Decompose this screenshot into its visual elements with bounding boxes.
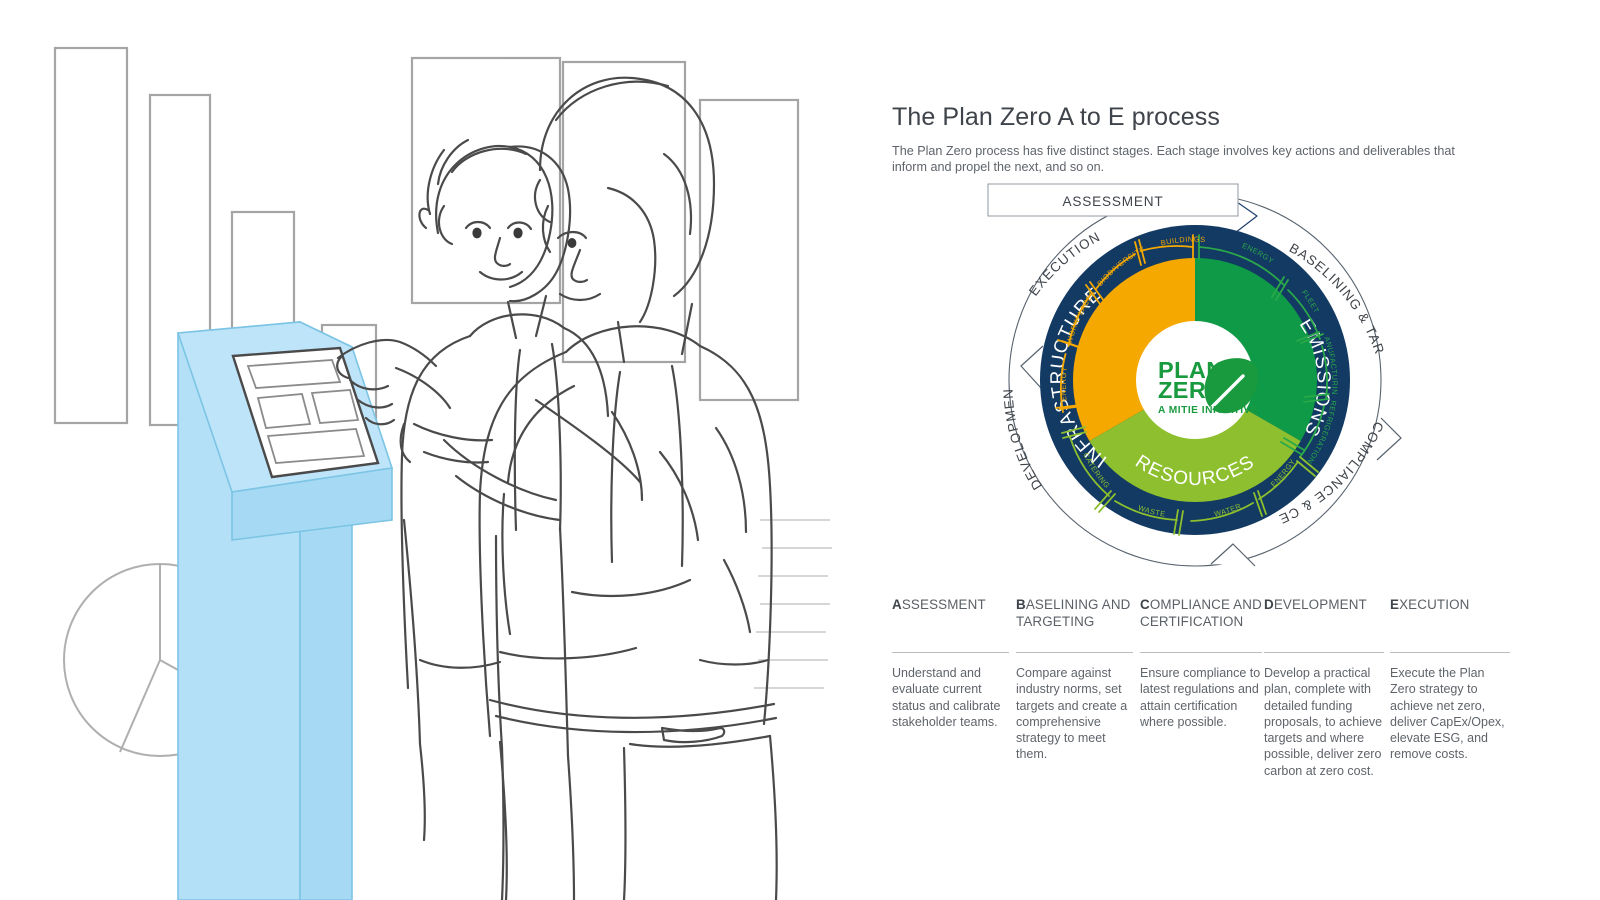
background-hatch-lines [754,519,832,689]
column-divider [1140,652,1262,653]
column-divider [1390,652,1510,653]
column-divider [892,652,1009,653]
process-wheel-diagram: ASSESSMENT BASELINING & TARGETING COMPLI… [985,180,1405,580]
stage-column-body: Understand and evaluate current status a… [892,666,1001,729]
stage-column-assessment: ASSESSMENT Understand and evaluate curre… [892,596,1009,730]
stage-column-execution: EXECUTION Execute the Plan Zero strategy… [1390,596,1510,763]
stage-heading-rest: EVELOPMENT [1273,597,1367,612]
stage-assessment[interactable]: ASSESSMENT [987,183,1239,217]
stage-column-body: Execute the Plan Zero strategy to achiev… [1390,666,1505,762]
stage-column-baselining: BASELINING AND TARGETING Compare against… [1016,596,1133,763]
background-chart-shapes [53,46,800,431]
logo-tagline: A MITIE INITIATIVE [1158,405,1258,416]
stage-column-body: Ensure compliance to latest regulations … [1140,666,1261,729]
stage-initial: C [1140,597,1150,612]
kiosk-illustration [176,320,394,900]
column-divider [1016,652,1133,653]
content-panel: The Plan Zero A to E process The Plan Ze… [880,0,1600,900]
stage-column-body: Develop a practical plan, complete with … [1264,666,1383,778]
stage-heading-rest: OMPLIANCE AND CERTIFICATION [1140,597,1262,629]
stage-column-heading: BASELINING AND TARGETING [1016,596,1133,648]
figure-man [442,76,778,900]
stage-column-heading: ASSESSMENT [892,596,1009,648]
stage-column-development: DEVELOPMENT Develop a practical plan, co… [1264,596,1384,779]
stage-column-heading: EXECUTION [1390,596,1510,648]
stage-columns: ASSESSMENT Understand and evaluate curre… [888,596,1600,816]
stage-column-heading: COMPLIANCE AND CERTIFICATION [1140,596,1262,648]
stage-column-body: Compare against industry norms, set targ… [1016,666,1128,762]
stage-heading-rest: SSESSMENT [901,597,986,612]
stage-label-assessment: ASSESSMENT [1063,194,1164,209]
column-divider [1264,652,1384,653]
stage-heading-rest: ASELINING AND TARGETING [1016,597,1131,629]
stage-column-heading: DEVELOPMENT [1264,596,1384,648]
plan-zero-logo: PLAN ZERO A MITIE INITIATIVE [1158,357,1259,416]
stage-column-compliance: COMPLIANCE AND CERTIFICATION Ensure comp… [1140,596,1262,730]
page-intro: The Plan Zero process has five distinct … [892,143,1455,175]
page-root: The Plan Zero A to E process The Plan Ze… [0,0,1600,900]
stage-heading-rest: XECUTION [1399,597,1470,612]
stage-initial: D [1264,597,1274,612]
stage-initial: A [892,597,902,612]
stage-initial: E [1390,597,1400,612]
page-title: The Plan Zero A to E process [892,102,1220,131]
illustration-panel [0,0,880,900]
ring-item-energy-infrastructure: ENERGY [1059,366,1069,402]
stage-label-development[interactable]: DEVELOPMENT [985,180,1045,493]
stage-initial: B [1016,597,1026,612]
